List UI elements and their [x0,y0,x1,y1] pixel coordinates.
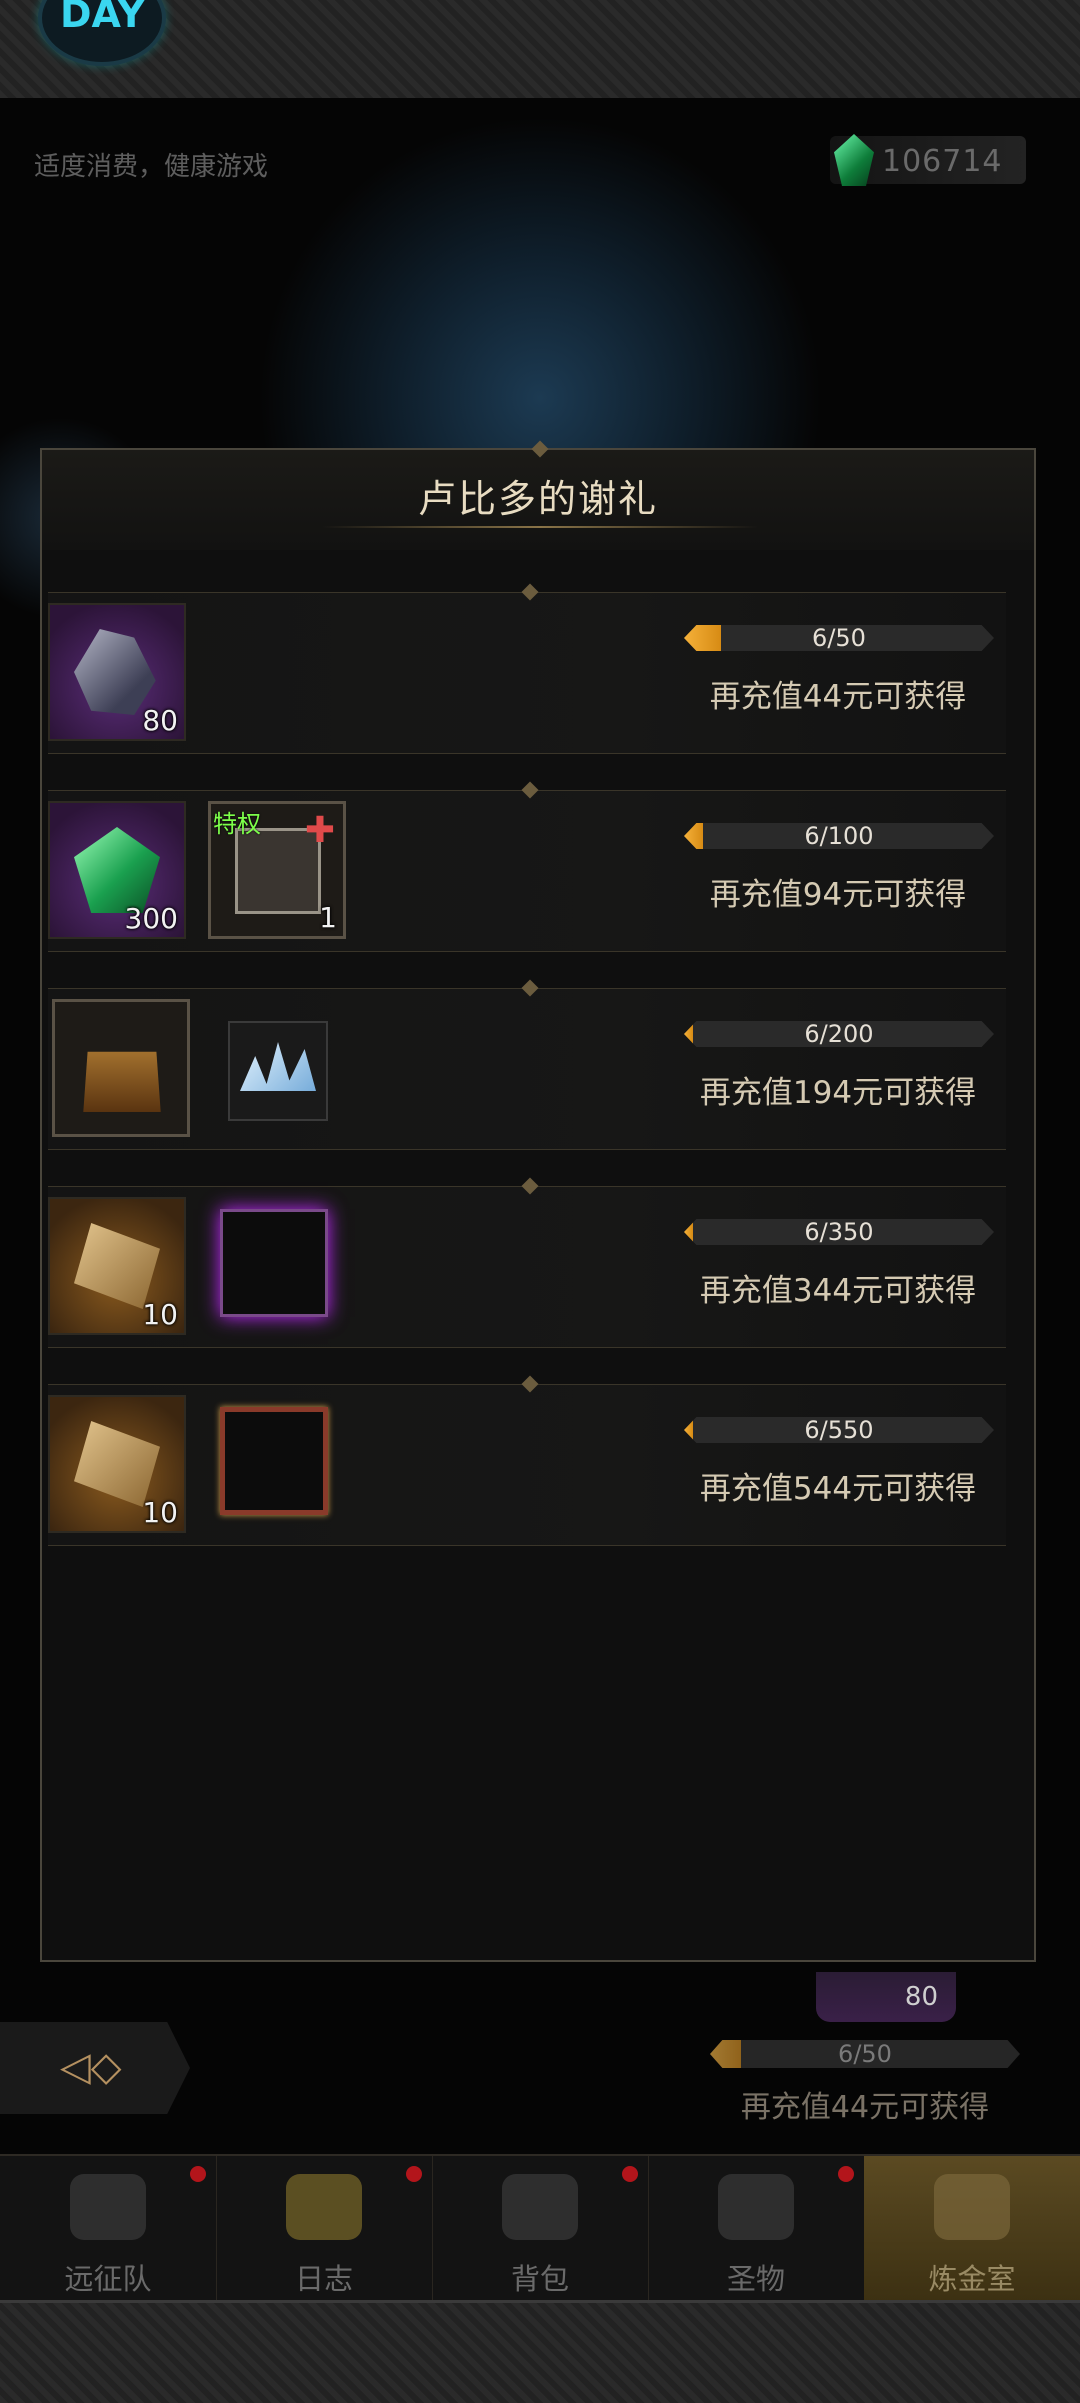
top-bar: DAY [0,0,1080,101]
green-gem-icon [74,827,160,913]
ice-crystal-icon [240,1042,316,1091]
background-item-tile: 80 [816,1972,956,2022]
item-count: 80 [142,704,178,737]
alchemy-icon [934,2174,1010,2240]
plus-icon: ✚ [304,810,335,851]
ore-icon [74,629,156,715]
reward-row: 6/200 再充值194元可获得 [48,979,1006,1150]
nav-label: 背包 [510,2262,569,2296]
reward-row: 300 ✚ 特权 1 6/100 再充值94元可获得 [48,781,1006,952]
progress-bar: 6/200 [684,1021,994,1047]
currency-display[interactable]: 106714 [830,134,1026,186]
scroll-icon [74,1421,160,1507]
progress-bar: 6/100 [684,823,994,849]
diamond-ornament-icon [521,583,539,601]
treasure-chest-icon [83,1051,161,1112]
backpack-icon [502,2174,578,2240]
purple-portrait-frame-icon [220,1209,328,1317]
background-condition-text: 再充值44元可获得 [740,2090,990,2125]
green-gem-icon [834,134,874,186]
reward-row: 80 6/50 再充值44元可获得 [48,583,1006,754]
reward-item[interactable] [208,1197,346,1335]
back-button[interactable]: ◁◇ [0,2022,190,2114]
relic-icon [718,2174,794,2240]
progress-bar: 6/50 [684,625,994,651]
condition-text: 再充值94元可获得 [709,877,967,913]
scroll-icon [74,1223,160,1309]
logo-text: DAY [60,0,145,36]
condition-text: 再充值44元可获得 [709,679,967,715]
privilege-badge: 特权 [213,810,261,838]
notification-dot [190,2166,206,2182]
nav-item-backpack[interactable]: 背包 [432,2156,649,2302]
back-arrow-icon: ◁◇ [60,2044,122,2090]
item-count: 10 [142,1298,178,1331]
diamond-ornament-icon [521,979,539,997]
nav-item-journal[interactable]: 日志 [216,2156,433,2302]
nav-label: 圣物 [726,2262,785,2296]
nav-item-alchemy[interactable]: 炼金室 [864,2156,1080,2302]
background-progress-bar: 6/50 [710,2040,1020,2068]
title-divider [322,526,758,528]
progress-text: 6/50 [812,624,866,652]
condition-text: 再充值544元可获得 [699,1471,977,1507]
condition-text: 再充值344元可获得 [699,1273,977,1309]
nav-item-expedition[interactable]: 远征队 [0,2156,217,2302]
progress-text: 6/350 [804,1218,874,1246]
health-notice: 适度消费，健康游戏 [34,152,269,182]
item-count: 10 [142,1496,178,1529]
nav-label: 炼金室 [928,2262,1016,2296]
reward-row: 10 6/550 再充值544元可获得 [48,1375,1006,1546]
progress-bar: 6/550 [684,1417,994,1443]
bottom-frame [0,2300,1080,2403]
progress-bar: 6/350 [684,1219,994,1245]
item-count: 300 [124,902,178,935]
game-logo[interactable]: DAY [38,0,166,66]
condition-text: 再充值194元可获得 [699,1075,977,1111]
reward-modal: 卢比多的谢礼 80 6/50 再充值44元可获得 300 ✚ 特权 1 6/10… [40,440,1036,1962]
reward-item[interactable] [228,1021,328,1121]
reward-item[interactable] [208,1395,346,1533]
item-count: 1 [319,901,337,934]
progress-text: 6/100 [804,822,874,850]
notification-dot [622,2166,638,2182]
nav-label: 日志 [294,2262,353,2296]
currency-value: 106714 [882,144,1003,179]
ornate-portrait-frame-icon [220,1407,328,1515]
bottom-nav: 远征队 日志 背包 圣物 炼金室 [0,2154,1080,2302]
viking-helmet-icon [70,2174,146,2240]
reward-item[interactable]: 80 [48,603,186,741]
progress-text: 6/50 [838,2040,892,2068]
modal-title: 卢比多的谢礼 [417,477,658,521]
diamond-ornament-icon [521,781,539,799]
item-count: 80 [904,1982,938,2012]
progress-text: 6/200 [804,1020,874,1048]
nav-label: 远征队 [64,2262,152,2296]
journal-icon [286,2174,362,2240]
diamond-ornament-icon [521,1375,539,1393]
reward-item[interactable]: 10 [48,1197,186,1335]
reward-item[interactable]: 10 [48,1395,186,1533]
diamond-ornament-icon [521,1177,539,1195]
modal-header: 卢比多的谢礼 [42,440,1034,550]
reward-item[interactable] [52,999,190,1137]
reward-item[interactable]: ✚ 特权 1 [208,801,346,939]
reward-item[interactable]: 300 [48,801,186,939]
nav-item-relic[interactable]: 圣物 [648,2156,865,2302]
progress-text: 6/550 [804,1416,874,1444]
notification-dot [838,2166,854,2182]
reward-row: 10 6/350 再充值344元可获得 [48,1177,1006,1348]
notification-dot [406,2166,422,2182]
